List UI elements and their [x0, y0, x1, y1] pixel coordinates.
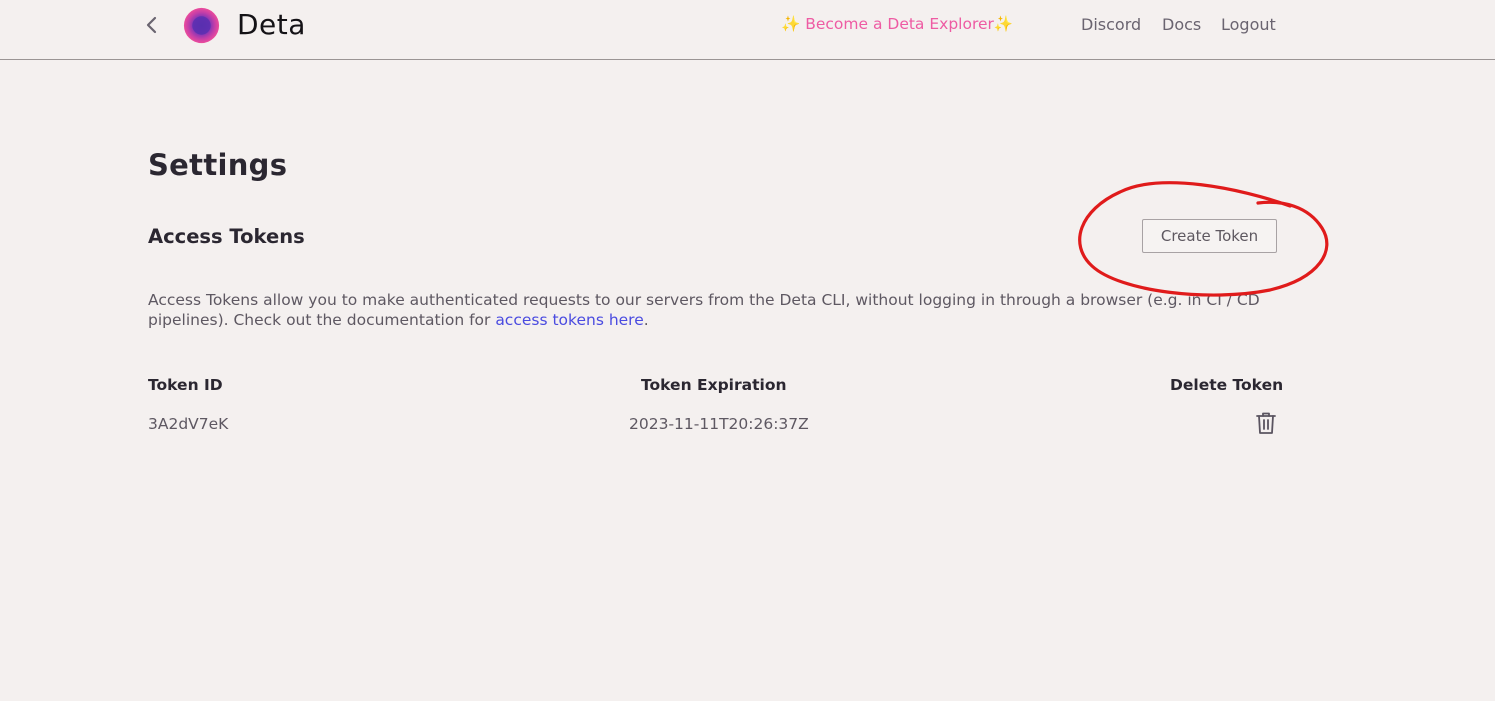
- page-title: Settings: [148, 148, 288, 182]
- token-id-cell: 3A2dV7eK: [148, 415, 229, 433]
- description-text: Access Tokens allow you to make authenti…: [148, 291, 1260, 329]
- access-tokens-docs-link[interactable]: access tokens here: [495, 311, 643, 329]
- brand-name: Deta: [237, 8, 306, 41]
- column-delete-token: Delete Token: [1170, 376, 1284, 394]
- create-token-button[interactable]: Create Token: [1142, 219, 1277, 253]
- column-token-expiration: Token Expiration: [641, 376, 787, 394]
- chevron-left-icon[interactable]: [140, 13, 164, 37]
- nav-logout[interactable]: Logout: [1221, 15, 1276, 34]
- column-token-id: Token ID: [148, 376, 223, 394]
- token-expiration-cell: 2023-11-11T20:26:37Z: [629, 415, 809, 433]
- top-navbar: Deta ✨ Become a Deta Explorer✨ Discord D…: [0, 0, 1495, 60]
- trash-icon[interactable]: [1255, 411, 1277, 435]
- nav-docs[interactable]: Docs: [1162, 15, 1201, 34]
- deta-logo[interactable]: [183, 7, 220, 44]
- nav-discord[interactable]: Discord: [1081, 15, 1141, 34]
- access-tokens-title: Access Tokens: [148, 225, 305, 248]
- become-explorer-link[interactable]: ✨ Become a Deta Explorer✨: [781, 15, 1013, 33]
- access-tokens-description: Access Tokens allow you to make authenti…: [148, 290, 1278, 330]
- red-circle-annotation: [1078, 181, 1329, 297]
- description-end: .: [643, 311, 649, 329]
